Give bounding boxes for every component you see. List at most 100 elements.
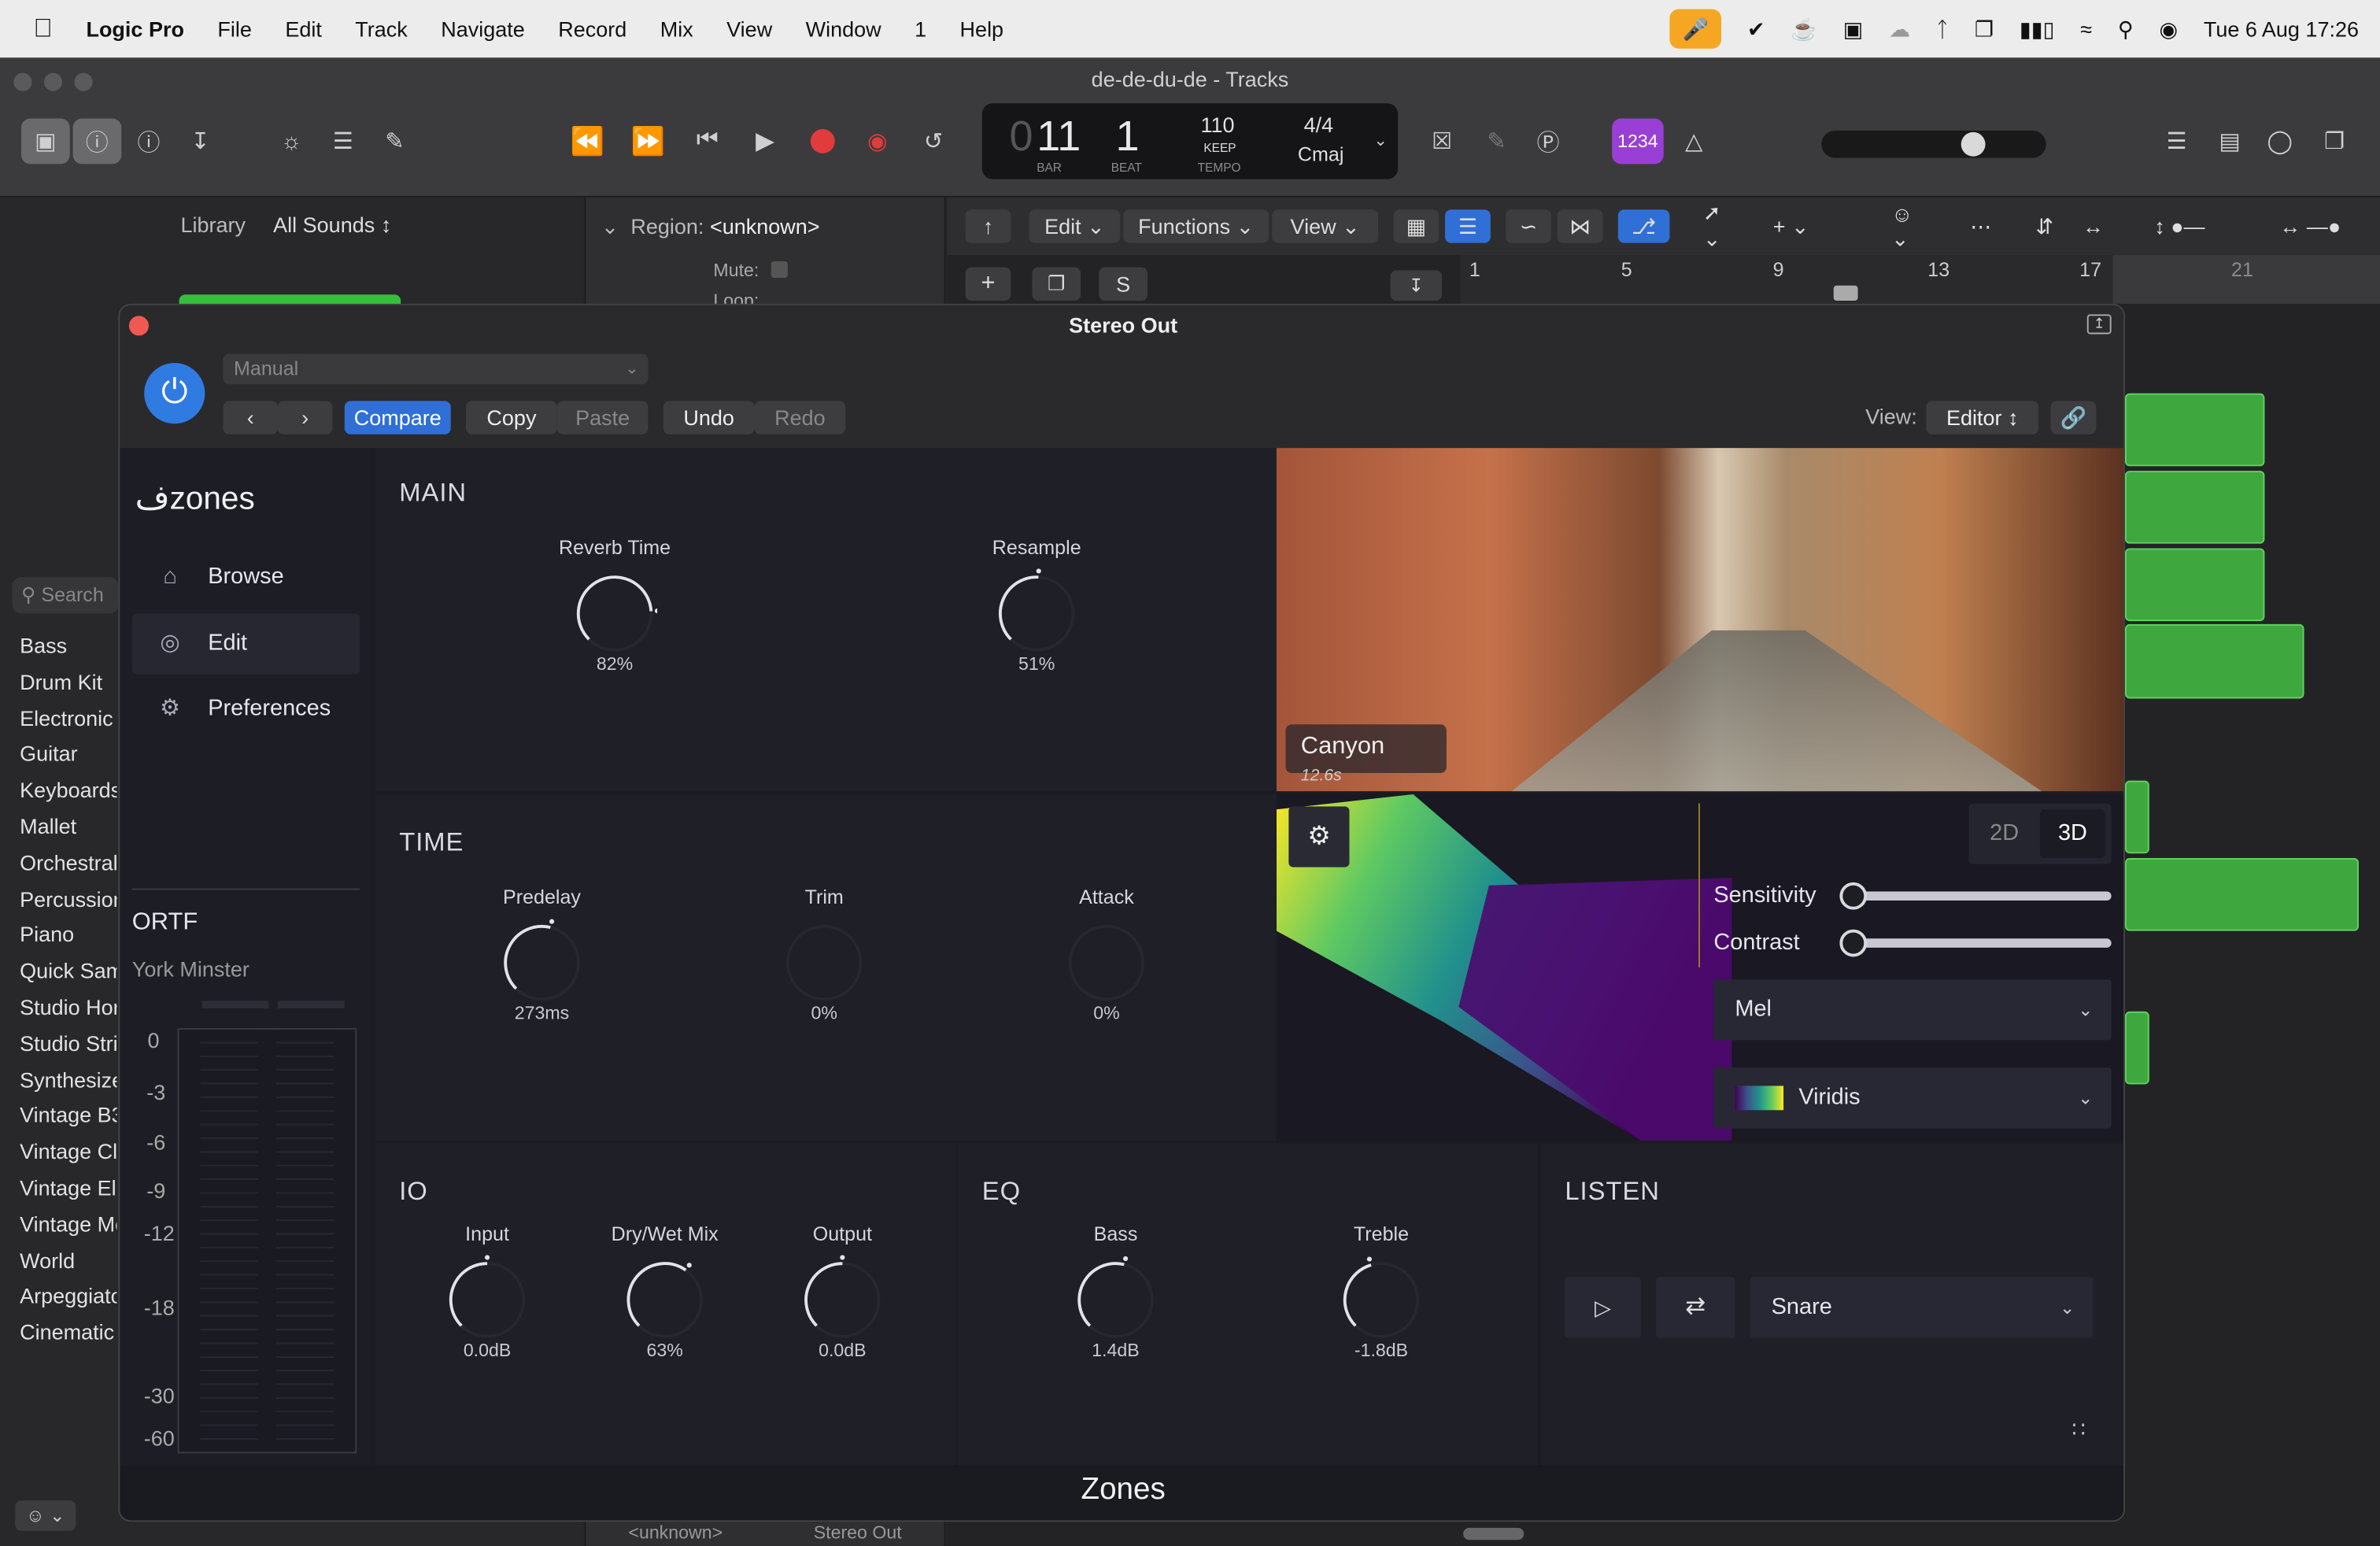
record-button[interactable] [801,118,844,164]
slider-thumb[interactable] [1839,929,1868,957]
mode-3d-button[interactable]: 3D [2039,809,2105,859]
preset-dropdown[interactable]: Manual ⌄ [223,353,649,385]
lcd-display[interactable]: 0 11 BAR 1 BEAT 110 KEEP TEMPO 4/4 Cmaj … [981,103,1399,179]
timeline-ruler[interactable]: 1 5 9 13 17 21 [1460,255,2380,304]
catch-icon[interactable]: ⎇ [1617,209,1670,243]
input-knob[interactable]: Input 0.0dB [396,1222,578,1361]
tracks-view-menu[interactable]: View ⌄ [1272,209,1379,243]
browsers-icon[interactable]: ❐ [2310,118,2359,164]
menu-window[interactable]: Window [806,17,881,41]
knob-dial[interactable] [572,559,658,653]
apple-icon[interactable]:  [33,13,53,44]
checkmark-circle-icon[interactable]: ✔ [1747,16,1765,42]
rewind-icon[interactable]: ⏪ [564,118,610,164]
pointer-tool-icon[interactable]: ➚ ⌄ [1691,201,1751,251]
cmd-tool-icon[interactable]: + ⌄ [1761,209,1821,242]
resample-knob[interactable]: Resample 51% [945,536,1127,675]
solo-icon[interactable]: Ⓟ [1527,118,1569,164]
reverb-time-knob[interactable]: Reverb Time 82% [523,536,705,675]
treble-knob[interactable]: Treble -1.8dB [1290,1222,1472,1361]
plugin-collapse-icon[interactable]: ↥ [2086,314,2112,335]
go-to-start-icon[interactable]: ⏮ [686,118,729,164]
tracks-edit-menu[interactable]: Edit ⌄ [1029,209,1121,243]
compare-button[interactable]: Compare [344,401,451,435]
search-icon[interactable]: ⚲ [2118,16,2134,42]
volume-thumb[interactable] [1961,131,1986,157]
output-knob[interactable]: Output 0.0dB [752,1222,933,1361]
library-category[interactable]: Orchestral [20,845,116,882]
midi-region[interactable] [2124,548,2265,622]
library-category[interactable]: Studio Strings [20,1026,116,1063]
cycle-region[interactable] [2112,255,2380,304]
help-icon[interactable]: ⓘ [128,118,170,164]
copy-button[interactable]: Copy [466,401,557,435]
menu-navigate[interactable]: Navigate [441,17,525,41]
up-arrow-icon[interactable]: ↑ [965,209,1011,243]
coffee-icon[interactable]: ☕ [1791,16,1817,42]
screen-mirror-icon[interactable]: ❐ [1975,16,1994,42]
notepad-icon[interactable]: ▤ [2208,118,2251,164]
colormap-dropdown[interactable]: Viridis ⌄ [1713,1067,2112,1129]
library-toggle-icon[interactable]: ▣ [20,118,70,165]
microphone-icon[interactable]: 🎤 [1669,9,1722,49]
display-icon[interactable]: ▣ [1843,16,1864,42]
horizontal-fit-icon[interactable]: ↔ [2071,209,2116,242]
midi-region[interactable] [2124,623,2304,699]
library-category[interactable]: Arpeggiator [20,1279,116,1315]
menu-file[interactable]: File [217,17,252,41]
region-header[interactable]: ⌄ Region: <unknown> [601,214,820,240]
library-category[interactable]: Vintage Electric Piano [20,1171,116,1207]
grid-icon[interactable]: ▦ [1393,209,1439,243]
slider-thumb[interactable] [1839,882,1868,910]
menu-1[interactable]: 1 [915,17,926,41]
flex-icon[interactable]: ⋈ [1557,209,1603,243]
library-category[interactable]: Guitar [20,737,116,773]
pencil-icon[interactable]: ✎ [1476,118,1518,164]
previous-preset-button[interactable]: ‹ [223,401,278,435]
action-menu-button[interactable]: ☺ ⌄ [15,1500,76,1531]
view-dropdown[interactable]: Editor ↕ [1926,401,2039,435]
master-volume-slider[interactable] [1821,130,2046,158]
library-category[interactable]: Studio Horns [20,990,116,1026]
attack-knob[interactable]: Attack 0% [1015,886,1197,1023]
knob-dial[interactable] [499,908,584,1003]
midi-region[interactable] [2124,858,2359,931]
knob-dial[interactable] [1073,1245,1158,1340]
capture-record-icon[interactable]: ◉ [856,118,899,164]
menu-view[interactable]: View [726,17,772,41]
lcd-tempo[interactable]: 110 [1200,113,1234,137]
global-solo-button[interactable]: S [1099,267,1148,301]
waveform-icon[interactable]: ⋯ [1958,209,2004,242]
lcd-chevron-down-icon[interactable]: ⌄ [1373,131,1388,150]
menu-record[interactable]: Record [558,17,626,41]
midi-region[interactable] [2124,471,2265,544]
count-in-button[interactable]: 1234 [1612,118,1664,165]
midi-region[interactable] [2124,1011,2149,1085]
duplicate-track-icon[interactable]: ❐ [1032,267,1081,301]
knob-dial[interactable] [994,559,1079,653]
knob-dial[interactable] [782,908,867,1003]
library-category[interactable]: Drum Kit [20,665,116,701]
wifi-icon[interactable]: ≈ [2080,17,2092,41]
nav-edit[interactable]: ◎ Edit [131,613,360,675]
horizontal-scrollbar[interactable] [1463,1527,1524,1540]
horizontal-zoom-slider[interactable]: ↔ —● [2252,209,2368,242]
library-category[interactable]: Electronic [20,701,116,738]
catch-playhead-icon[interactable]: ↧ [1390,270,1443,301]
next-preset-button[interactable]: › [277,401,333,435]
menu-help[interactable]: Help [960,17,1004,41]
power-button[interactable]: ⏻ [144,363,205,424]
vertical-zoom-icon[interactable]: ⇵ [2022,209,2068,242]
library-category[interactable]: Vintage Clav [20,1134,116,1171]
tracks-functions-menu[interactable]: Functions ⌄ [1123,209,1269,243]
undo-button[interactable]: Undo [663,401,755,435]
menu-mix[interactable]: Mix [660,17,693,41]
lcd-signature[interactable]: 4/4 [1304,113,1334,137]
library-category[interactable]: Vintage B3 [20,1099,116,1135]
inspector-icon[interactable]: ⓘ [72,118,122,165]
smart-tempo-icon[interactable]: ☺ ⌄ [1879,202,1940,250]
battery-icon[interactable]: ▮▮▯ [2020,16,2055,42]
add-track-button[interactable]: + [965,267,1011,301]
list-editors-icon[interactable]: ☰ [2156,118,2198,164]
control-center-icon[interactable]: ◉ [2159,16,2178,42]
